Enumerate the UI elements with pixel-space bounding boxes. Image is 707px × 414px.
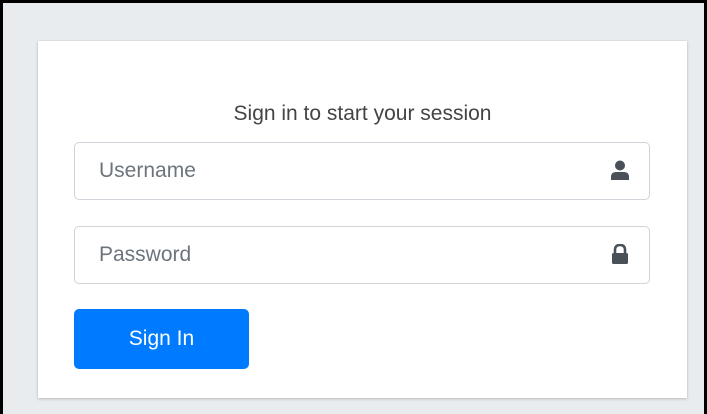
sign-in-button[interactable]: Sign In xyxy=(74,309,249,369)
username-input-group xyxy=(74,142,650,200)
password-input[interactable] xyxy=(75,227,575,283)
login-card: Sign in to start your session Sign In xyxy=(38,41,687,398)
login-box-message: Sign in to start your session xyxy=(233,102,492,125)
password-input-group xyxy=(74,226,650,284)
page-background: Sign in to start your session Sign In xyxy=(0,0,707,414)
username-input[interactable] xyxy=(75,143,575,199)
lock-icon xyxy=(611,243,629,264)
user-icon xyxy=(611,160,629,180)
